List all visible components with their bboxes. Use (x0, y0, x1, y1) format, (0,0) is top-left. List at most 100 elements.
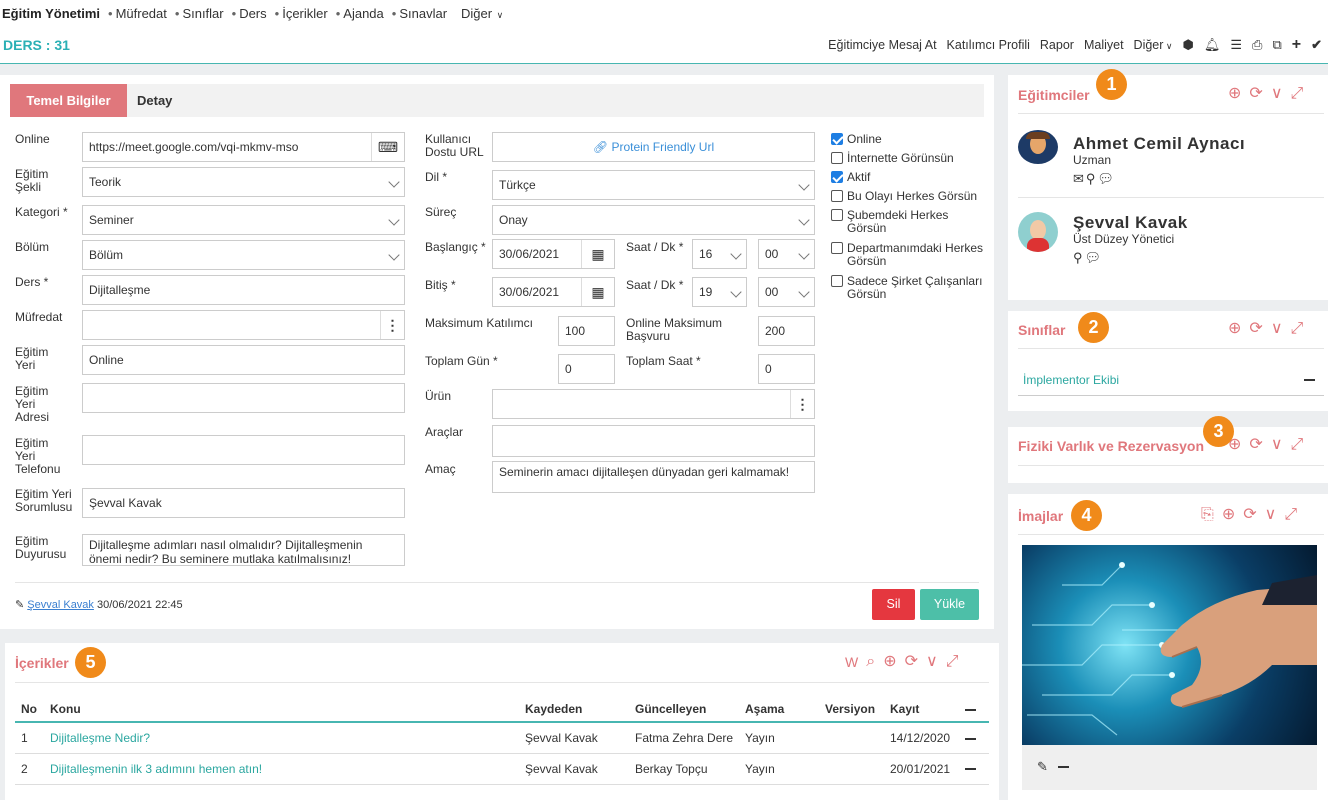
col-kaydeden[interactable]: Kaydeden (519, 697, 629, 723)
online-url-input[interactable]: https://meet.google.com/vqi-mkmv-mso ⌨ (82, 132, 405, 162)
nav-item-mufredat[interactable]: • Müfredat (108, 6, 167, 21)
toplam-gun-input[interactable]: 0 (558, 354, 615, 384)
refresh-icon[interactable]: ⟳ (1243, 506, 1256, 524)
urun-input[interactable]: ⋮ (492, 389, 815, 419)
add-circle-icon[interactable]: ⊕ (1228, 436, 1241, 454)
checkbox[interactable] (831, 275, 843, 287)
table-row[interactable]: 2 Dijitalleşmenin ilk 3 adımını hemen at… (15, 753, 989, 785)
remove-icon[interactable] (1304, 379, 1315, 381)
col-guncelleyen[interactable]: Güncelleyen (629, 697, 739, 723)
calendar-icon[interactable]: ▦ (581, 278, 614, 306)
dil-select[interactable]: Türkçe (492, 170, 815, 200)
col-kayit[interactable]: Kayıt (884, 697, 959, 723)
mufredat-input[interactable]: ⋮ (82, 310, 405, 340)
file-icon[interactable]: ⎘ (1201, 506, 1214, 524)
checkbox-item[interactable]: Sadece Şirket Çalışanları Görsün (831, 275, 986, 301)
send-message-link[interactable]: Eğitimciye Mesaj At (828, 38, 936, 52)
editor-link[interactable]: Şevval Kavak (27, 599, 94, 611)
col-konu[interactable]: Konu (44, 697, 519, 723)
nav-item-sinavlar[interactable]: • Sınavlar (392, 6, 447, 21)
sinif-item[interactable]: İmplementor Ekibi (1023, 373, 1119, 387)
remove-icon[interactable] (965, 737, 976, 740)
bitis-hour-select[interactable]: 19 (692, 277, 747, 307)
nav-item-ders[interactable]: • Ders (232, 6, 267, 21)
table-row[interactable]: 1 Dijitalleşme Nedir? Şevval Kavak Fatma… (15, 722, 989, 754)
contact-icons[interactable]: ⚲💬︎ (1073, 250, 1103, 266)
checkbox-item[interactable]: Aktif (831, 171, 986, 184)
print-icon[interactable]: ⎙ (1252, 37, 1262, 53)
remove-icon[interactable] (965, 768, 976, 771)
egitim-yeri-input[interactable]: Online (82, 345, 405, 375)
amac-textarea[interactable]: Seminerin amacı dijitalleşen dünyadan ge… (492, 461, 815, 493)
checkbox[interactable] (831, 242, 843, 254)
col-versiyon[interactable]: Versiyon (819, 697, 884, 723)
nav-more-dropdown[interactable]: Diğer ∨ (461, 6, 503, 21)
more-vertical-icon[interactable]: ⋮ (790, 390, 814, 418)
more-vertical-icon[interactable]: ⋮ (380, 311, 404, 339)
checkbox-item[interactable]: Departmanımdaki Herkes Görsün (831, 242, 986, 268)
egitim-yeri-sorumlusu-input[interactable]: Şevval Kavak (82, 488, 405, 518)
copy-icon[interactable]: ⧉ (1272, 37, 1281, 53)
checkbox-item[interactable]: Bu Olayı Herkes Görsün (831, 190, 986, 203)
refresh-icon[interactable]: ⟳ (1249, 320, 1262, 338)
participant-profile-link[interactable]: Katılımcı Profili (947, 38, 1030, 52)
nav-item-ajanda[interactable]: • Ajanda (336, 6, 384, 21)
chevron-down-icon[interactable]: ∨ (1271, 436, 1283, 454)
friendly-url-button[interactable]: 🔗︎ Protein Friendly Url (492, 132, 815, 162)
person-name[interactable]: Şevval Kavak (1073, 213, 1188, 233)
baslangic-date-input[interactable]: 30/06/2021 ▦ (492, 239, 615, 269)
tab-detay[interactable]: Detay (137, 84, 172, 117)
egitim-yeri-telefonu-input[interactable] (82, 435, 405, 465)
checkbox[interactable] (831, 171, 843, 183)
handshake-image[interactable] (1022, 545, 1317, 745)
check-icon[interactable]: ✔ (1311, 37, 1322, 53)
toplam-saat-input[interactable]: 0 (758, 354, 815, 384)
checkbox-item[interactable]: Şubemdeki Herkes Görsün (831, 209, 986, 235)
delete-button[interactable]: Sil (872, 589, 915, 620)
expand-icon[interactable]: ⤢ (1291, 436, 1304, 454)
expand-icon[interactable]: ⤢ (946, 653, 959, 671)
checkbox-item[interactable]: İnternette Görünsün (831, 152, 986, 165)
list-icon[interactable]: ☰ (1230, 37, 1242, 53)
content-link[interactable]: Dijitalleşme Nedir? (50, 731, 150, 745)
keyboard-icon[interactable]: ⌨ (371, 133, 404, 161)
more-dropdown[interactable]: Diğer ∨ (1134, 38, 1173, 52)
expand-icon[interactable]: ⤢ (1291, 85, 1304, 103)
checkbox-item[interactable]: Online (831, 133, 986, 146)
chevron-down-icon[interactable]: ∨ (1271, 85, 1283, 103)
araclar-textarea[interactable] (492, 425, 815, 457)
nav-brand[interactable]: Eğitim Yönetimi (2, 6, 100, 21)
bitis-date-input[interactable]: 30/06/2021 ▦ (492, 277, 615, 307)
checkbox[interactable] (831, 190, 843, 202)
chevron-down-icon[interactable]: ∨ (926, 653, 938, 671)
report-link[interactable]: Rapor (1040, 38, 1074, 52)
bell-icon[interactable]: 🔔︎ (1204, 37, 1221, 53)
refresh-icon[interactable]: ⟳ (1249, 436, 1262, 454)
checkbox[interactable] (831, 133, 843, 145)
surec-select[interactable]: Onay (492, 205, 815, 235)
kategori-select[interactable]: Seminer (82, 205, 405, 235)
expand-icon[interactable]: ⤢ (1284, 506, 1297, 524)
remove-icon[interactable] (965, 708, 976, 711)
person-name[interactable]: Ahmet Cemil Aynacı (1073, 134, 1245, 154)
remove-icon[interactable] (1058, 766, 1069, 768)
pencil-icon[interactable]: ✎ (1037, 759, 1048, 775)
col-no[interactable]: No (15, 697, 44, 723)
checkbox[interactable] (831, 209, 843, 221)
col-asama[interactable]: Aşama (739, 697, 819, 723)
bitis-minute-select[interactable]: 00 (758, 277, 815, 307)
cost-link[interactable]: Maliyet (1084, 38, 1124, 52)
add-circle-icon[interactable]: ⊕ (1222, 506, 1235, 524)
bolum-select[interactable]: Bölüm (82, 240, 405, 270)
chevron-down-icon[interactable]: ∨ (1265, 506, 1277, 524)
max-katilimci-input[interactable]: 100 (558, 316, 615, 346)
content-link[interactable]: Dijitalleşmenin ilk 3 adımını hemen atın… (50, 762, 262, 776)
nav-item-icerikler[interactable]: • İçerikler (275, 6, 328, 21)
checkbox[interactable] (831, 152, 843, 164)
refresh-icon[interactable]: ⟳ (1249, 85, 1262, 103)
upload-button[interactable]: Yükle (920, 589, 979, 620)
calendar-icon[interactable]: ▦ (581, 240, 614, 268)
nav-item-siniflar[interactable]: • Sınıflar (175, 6, 224, 21)
baslangic-minute-select[interactable]: 00 (758, 239, 815, 269)
egitim-yeri-adresi-input[interactable] (82, 383, 405, 413)
